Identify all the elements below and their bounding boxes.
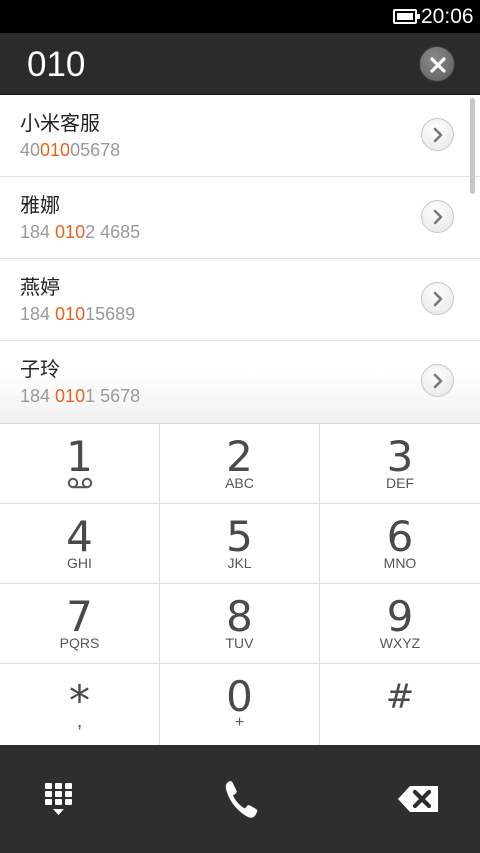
key-letters: , [76,710,83,732]
matched-digits: 010 [40,140,71,160]
key-letters: DEF [386,475,414,491]
contact-name: 小米客服 [20,111,100,135]
key-3[interactable]: 3 DEF [320,424,480,504]
battery-icon [393,9,420,24]
matched-digits: 010 [55,386,86,406]
contact-row[interactable]: 小米客服 4001005678 [0,95,480,177]
contact-row[interactable]: 雅娜 184 0102 4685 [0,177,480,259]
contact-name: 雅娜 [20,193,60,217]
key-digit: 6 [386,512,414,561]
chevron-right-icon [433,291,443,307]
key-letters: MNO [383,555,417,571]
key-6[interactable]: 6 MNO [320,504,480,584]
dialpad-icon [45,783,72,815]
key-digit: 3 [386,432,414,481]
contact-match-list[interactable]: 小米客服 4001005678 雅娜 184 0102 4685 燕婷 184 … [0,95,480,423]
key-letters: JKL [227,555,252,571]
contact-number: 184 0102 4685 [20,222,141,242]
key-digit: 7 [66,592,93,641]
contact-row[interactable]: 子玲 184 0101 5678 [0,341,480,423]
contact-number: 184 01015689 [20,304,136,324]
contact-row[interactable]: 燕婷 184 01015689 [0,259,480,341]
clear-button[interactable] [419,46,455,82]
dialpad: 1 2 ABC 3 DEF 4 GHI 5 JKL 6 MNO 7 PQRS 8… [0,423,480,746]
chevron-right-icon [433,127,443,143]
key-digit: 8 [226,592,253,641]
key-letters: WXYZ [379,635,421,651]
list-scrollbar[interactable] [470,98,475,194]
phone-icon [225,780,258,818]
dialpad-toggle-button[interactable] [29,773,89,825]
key-digit: 5 [226,512,253,561]
key-letters: GHI [67,555,92,571]
key-hash[interactable]: # [320,664,480,746]
key-letters: ABC [225,475,254,491]
contact-number: 4001005678 [20,140,121,160]
key-7[interactable]: 7 PQRS [0,584,160,664]
key-5[interactable]: 5 JKL [160,504,320,584]
contact-detail-button[interactable] [421,282,454,315]
key-digit: # [385,677,415,717]
contact-detail-button[interactable] [421,364,454,397]
dial-input-bar: 010 [0,33,480,95]
chevron-right-icon [433,373,443,389]
status-bar: 20:06 [0,0,480,33]
key-digit: 1 [66,432,93,481]
key-star[interactable]: * , [0,664,160,746]
matched-digits: 010 [55,304,86,324]
key-8[interactable]: 8 TUV [160,584,320,664]
backspace-icon [398,786,438,812]
key-1[interactable]: 1 [0,424,160,504]
key-letters: + [234,714,245,731]
key-digit: 2 [226,432,253,481]
key-4[interactable]: 4 GHI [0,504,160,584]
dialed-number[interactable]: 010 [27,45,85,85]
call-button[interactable] [210,773,270,825]
contact-name: 子玲 [20,357,60,381]
key-9[interactable]: 9 WXYZ [320,584,480,664]
matched-digits: 010 [55,222,86,242]
key-2[interactable]: 2 ABC [160,424,320,504]
key-0[interactable]: 0 + [160,664,320,746]
contact-detail-button[interactable] [421,118,454,151]
contact-detail-button[interactable] [421,200,454,233]
voicemail-icon [67,477,93,489]
key-letters: PQRS [59,635,100,651]
backspace-button[interactable] [390,773,450,825]
key-digit: 4 [66,512,93,561]
key-letters: TUV [225,635,254,651]
key-digit: 9 [386,592,414,641]
chevron-right-icon [433,209,443,225]
contact-name: 燕婷 [20,275,60,299]
contact-number: 184 0101 5678 [20,386,141,406]
clear-icon [430,57,446,73]
status-time: 20:06 [421,5,474,28]
bottom-action-bar [0,745,480,853]
